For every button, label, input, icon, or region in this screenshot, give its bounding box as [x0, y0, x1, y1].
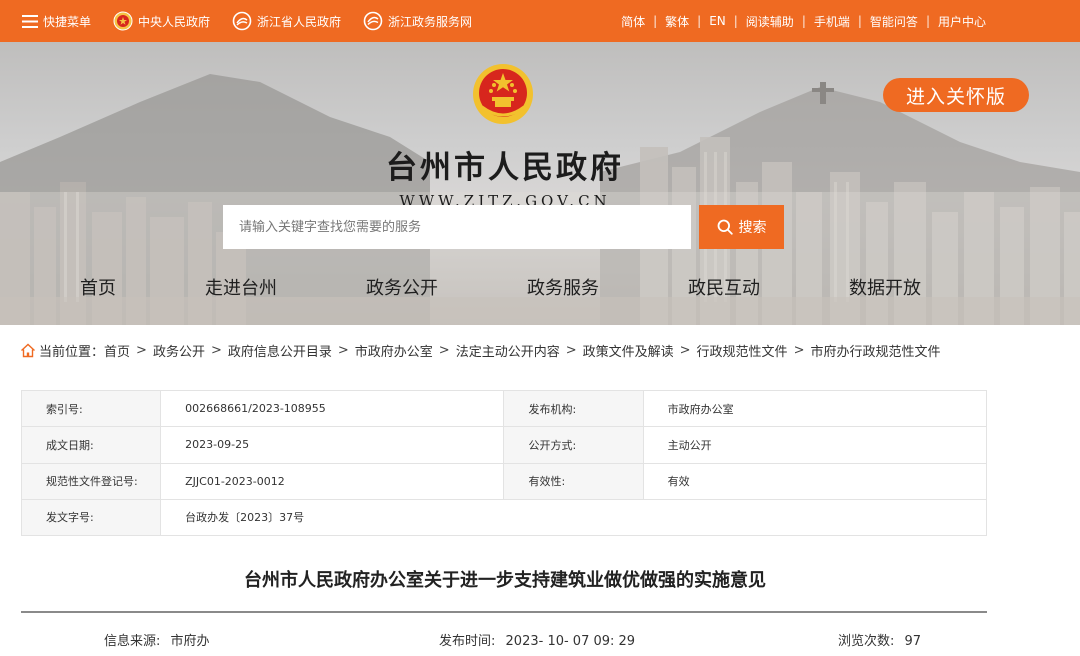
site-banner: 台州市人民政府 WWW.ZJTZ.GOV.CN 进入关怀版 搜索 首页 走进台州… [0, 42, 1080, 325]
simplified-chinese-link[interactable]: 简体 [621, 13, 645, 30]
search-button[interactable]: 搜索 [699, 205, 784, 249]
meta-row: 规范性文件登记号: ZJJC01-2023-0012 有效性: 有效 [20, 462, 988, 500]
separator: | [733, 14, 738, 28]
source-label: 信息来源: [104, 634, 161, 649]
article-source: 信息来源: 市府办 [104, 630, 210, 649]
search-input[interactable] [223, 205, 691, 249]
article-views: 浏览次数: 97 [838, 630, 921, 649]
meta-value-written-date: 2023-09-25 [160, 426, 505, 464]
meta-value-publisher: 市政府办公室 [642, 389, 988, 428]
search-button-label: 搜索 [738, 220, 767, 236]
meta-key-validity: 有效性: [503, 462, 644, 500]
meta-value-registration: ZJJC01-2023-0012 [160, 462, 505, 500]
meta-row: 发文字号: 台政办发〔2023〕37号 [20, 498, 987, 537]
zhejiang-logo-icon [232, 11, 252, 31]
menu-icon [22, 14, 38, 28]
central-gov-label: 中央人民政府 [138, 14, 211, 29]
nav-interaction[interactable]: 政民互动 [688, 274, 760, 300]
national-emblem-icon [113, 11, 133, 31]
separator: | [857, 14, 862, 28]
mobile-link[interactable]: 手机端 [814, 13, 850, 30]
breadcrumb-item[interactable]: 政务公开 [153, 341, 205, 360]
smart-qa-link[interactable]: 智能问答 [870, 13, 918, 30]
top-bar: 快捷菜单 中央人民政府 浙江省人民政府 浙江政务服务网 简体 | 繁体 | EN… [0, 0, 1080, 42]
breadcrumb-item[interactable]: 政府信息公开目录 [228, 341, 332, 360]
breadcrumb-separator: > [679, 342, 691, 358]
zhejiang-service-logo-icon [363, 11, 383, 31]
breadcrumb-separator: > [136, 342, 147, 358]
source-value: 市府办 [170, 634, 210, 649]
breadcrumb-item[interactable]: 首页 [104, 341, 130, 360]
separator: | [653, 14, 658, 28]
meta-value-validity: 有效 [642, 462, 988, 500]
nav-gov-affairs-open[interactable]: 政务公开 [366, 274, 438, 300]
publish-time-label: 发布时间: [439, 634, 496, 649]
breadcrumb-separator: > [793, 342, 805, 358]
meta-row: 索引号: 002668661/2023-108955 发布机构: 市政府办公室 [20, 389, 988, 428]
nav-gov-services[interactable]: 政务服务 [527, 274, 599, 300]
zhejiang-service-link[interactable]: 浙江政务服务网 [363, 11, 472, 31]
zhejiang-gov-link[interactable]: 浙江省人民政府 [232, 11, 341, 31]
meta-key-index: 索引号: [20, 389, 162, 428]
breadcrumb-item[interactable]: 市政府办公室 [355, 341, 433, 360]
separator: | [801, 14, 806, 28]
breadcrumb-separator: > [337, 342, 349, 358]
meta-key-written-date: 成文日期: [20, 426, 162, 464]
nav-open-data[interactable]: 数据开放 [849, 274, 921, 300]
breadcrumb-prefix: 当前位置： [39, 344, 105, 360]
document-meta-table: 索引号: 002668661/2023-108955 发布机构: 市政府办公室 … [20, 389, 988, 537]
breadcrumb-item[interactable]: 法定主动公开内容 [456, 341, 560, 360]
nav-home[interactable]: 首页 [80, 274, 116, 300]
meta-value-disclosure: 主动公开 [642, 426, 988, 464]
central-gov-link[interactable]: 中央人民政府 [113, 11, 210, 31]
publish-time-value: 2023- 10- 07 09: 29 [505, 634, 636, 649]
english-link[interactable]: EN [709, 14, 726, 28]
search-icon [717, 219, 733, 235]
meta-value-index: 002668661/2023-108955 [160, 389, 505, 428]
care-version-button[interactable]: 进入关怀版 [883, 78, 1029, 112]
user-center-link[interactable]: 用户中心 [938, 13, 986, 30]
breadcrumb: 当前位置： 首页 > 政务公开 > 政府信息公开目录 > 市政府办公室 > 法定… [20, 340, 940, 360]
breadcrumb-item[interactable]: 市府办行政规范性文件 [810, 341, 940, 360]
separator: | [697, 14, 702, 28]
article-title: 台州市人民政府办公室关于进一步支持建筑业做优做强的实施意见 [244, 570, 766, 591]
title-divider [21, 611, 987, 613]
breadcrumb-separator: > [565, 342, 577, 358]
quick-menu-button[interactable]: 快捷菜单 [22, 13, 91, 30]
national-emblem-logo [473, 64, 533, 124]
reading-assist-link[interactable]: 阅读辅助 [746, 13, 794, 30]
main-nav: 首页 走进台州 政务公开 政务服务 政民互动 数据开放 [0, 274, 1080, 304]
site-title: 台州市人民政府 [386, 150, 624, 186]
home-icon [20, 343, 36, 358]
breadcrumb-separator: > [438, 342, 450, 358]
traditional-chinese-link[interactable]: 繁体 [665, 13, 689, 30]
meta-key-doc-number: 发文字号: [20, 498, 162, 537]
top-bar-left: 快捷菜单 中央人民政府 浙江省人民政府 浙江政务服务网 [22, 0, 494, 42]
top-bar-right: 简体 | 繁体 | EN | 阅读辅助 | 手机端 | 智能问答 | 用户中心 [621, 0, 986, 42]
meta-value-doc-number: 台政办发〔2023〕37号 [160, 498, 987, 537]
meta-key-publisher: 发布机构: [503, 389, 644, 428]
meta-row: 成文日期: 2023-09-25 公开方式: 主动公开 [20, 426, 988, 464]
breadcrumb-separator: > [210, 342, 222, 358]
meta-key-registration: 规范性文件登记号: [20, 462, 162, 500]
views-label: 浏览次数: [838, 634, 895, 649]
zhejiang-gov-label: 浙江省人民政府 [257, 14, 342, 29]
meta-key-disclosure: 公开方式: [503, 426, 644, 464]
separator: | [925, 14, 930, 28]
zhejiang-service-label: 浙江政务服务网 [388, 14, 473, 29]
views-value: 97 [904, 634, 922, 649]
nav-about-taizhou[interactable]: 走进台州 [205, 274, 277, 300]
breadcrumb-item[interactable]: 政策文件及解读 [583, 341, 674, 360]
quick-menu-label: 快捷菜单 [43, 14, 92, 29]
breadcrumb-item[interactable]: 行政规范性文件 [697, 341, 788, 360]
article-publish-time: 发布时间: 2023- 10- 07 09: 29 [439, 630, 635, 649]
